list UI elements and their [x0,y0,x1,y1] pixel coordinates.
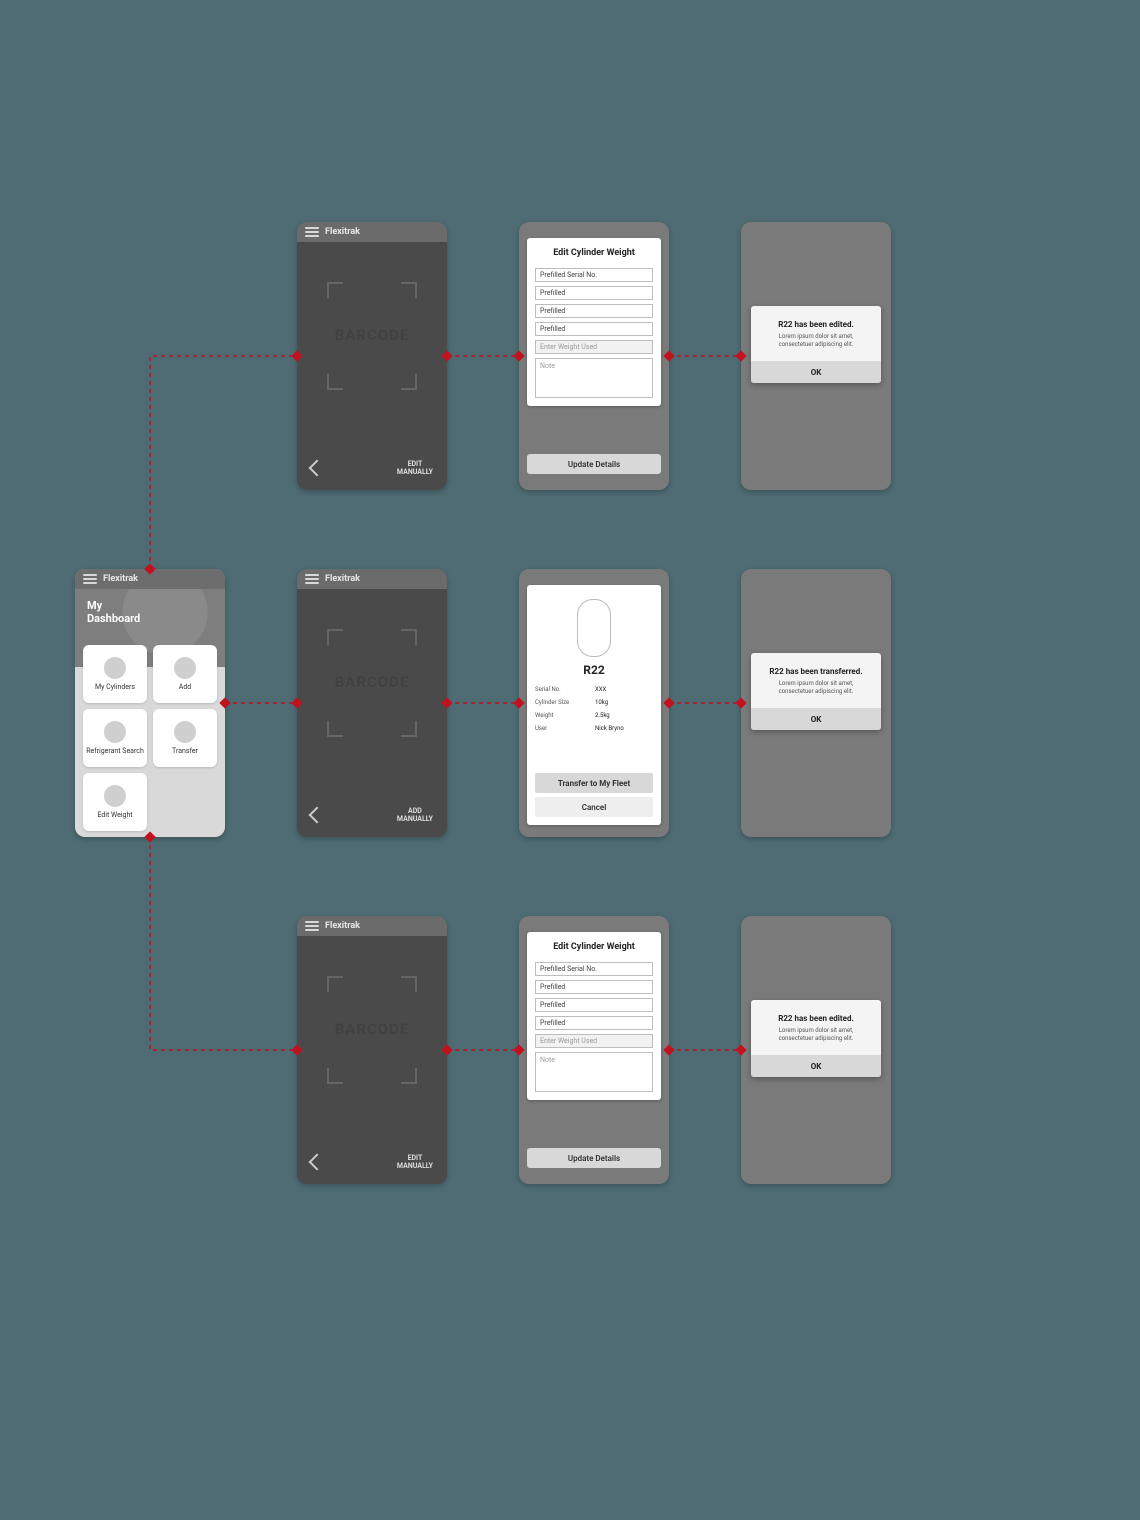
app-title: Flexitrak [325,921,360,931]
ok-button[interactable]: OK [751,1055,881,1077]
back-icon[interactable] [309,460,326,477]
tile-icon [104,785,126,807]
tile-icon [174,657,196,679]
field-3[interactable]: Prefilled [535,1016,653,1030]
edit-card: Edit Cylinder Weight Prefilled Serial No… [527,932,661,1100]
tile-refrigerant-search[interactable]: Refrigerant Search [83,709,147,767]
details-card: R22 Serial No.XXX Cylinder Size10kg Weig… [527,585,661,825]
modal-body: Lorem ipsum dolor sit amet, consectetuer… [767,1027,865,1043]
field-2[interactable]: Prefilled [535,998,653,1012]
field-weight-used[interactable]: Enter Weight Used [535,340,653,354]
field-serial[interactable]: Prefilled Serial No. [535,962,653,976]
field-weight-used[interactable]: Enter Weight Used [535,1034,653,1048]
screen-modal-edited: R22 has been edited. Lorem ipsum dolor s… [741,222,891,490]
ok-button[interactable]: OK [751,361,881,383]
screen-cylinder-details: R22 Serial No.XXX Cylinder Size10kg Weig… [519,569,669,837]
modal-title: R22 has been transferred. [759,667,873,676]
scan-reticle: BARCODE [327,629,417,737]
form-heading: Edit Cylinder Weight [535,942,653,952]
screen-scan-edit: Flexitrak BARCODE EDITMANUALLY [297,222,447,490]
submit-button[interactable]: Update Details [527,454,661,474]
tile-icon [104,657,126,679]
row-user: UserNick Bryno [535,725,653,732]
tile-icon [104,721,126,743]
cylinder-name: R22 [535,663,653,677]
tile-add[interactable]: Add [153,645,217,703]
scan-placeholder: BARCODE [327,326,417,344]
hamburger-icon[interactable] [305,921,319,931]
screen-edit-form: Edit Cylinder Weight Prefilled Serial No… [519,222,669,490]
scan-reticle: BARCODE [327,976,417,1084]
appbar: Flexitrak [297,222,447,242]
field-1[interactable]: Prefilled [535,286,653,300]
manual-button[interactable]: EDITMANUALLY [397,1154,433,1170]
screen-scan-add: Flexitrak BARCODE ADDMANUALLY [297,569,447,837]
field-note[interactable]: Note [535,358,653,398]
tile-my-cylinders[interactable]: My Cylinders [83,645,147,703]
modal: R22 has been edited. Lorem ipsum dolor s… [751,1000,881,1077]
screen-dashboard: Flexitrak My Dashboard My Cylinders Add … [75,569,225,837]
app-title: Flexitrak [103,574,138,584]
scan-placeholder: BARCODE [327,673,417,691]
submit-button[interactable]: Update Details [527,1148,661,1168]
tile-transfer[interactable]: Transfer [153,709,217,767]
modal: R22 has been edited. Lorem ipsum dolor s… [751,306,881,383]
field-2[interactable]: Prefilled [535,304,653,318]
tile-edit-weight[interactable]: Edit Weight [83,773,147,831]
back-icon[interactable] [309,1154,326,1171]
appbar: Flexitrak [297,569,447,589]
field-3[interactable]: Prefilled [535,322,653,336]
scan-reticle: BARCODE [327,282,417,390]
app-title: Flexitrak [325,574,360,584]
modal-body: Lorem ipsum dolor sit amet, consectetuer… [767,680,865,696]
form-heading: Edit Cylinder Weight [535,248,653,258]
row-serial: Serial No.XXX [535,686,653,693]
manual-button[interactable]: EDITMANUALLY [397,460,433,476]
edit-card: Edit Cylinder Weight Prefilled Serial No… [527,238,661,406]
cancel-button[interactable]: Cancel [535,797,653,817]
screen-modal-transferred: R22 has been transferred. Lorem ipsum do… [741,569,891,837]
row-weight: Weight2.5kg [535,712,653,719]
back-icon[interactable] [309,807,326,824]
manual-button[interactable]: ADDMANUALLY [397,807,433,823]
ok-button[interactable]: OK [751,708,881,730]
dashboard-tiles: My Cylinders Add Refrigerant Search Tran… [75,645,225,831]
field-note[interactable]: Note [535,1052,653,1092]
cylinder-icon [577,599,611,657]
modal-title: R22 has been edited. [759,1014,873,1023]
field-serial[interactable]: Prefilled Serial No. [535,268,653,282]
hamburger-icon[interactable] [305,227,319,237]
screen-scan-edit-2: Flexitrak BARCODE EDITMANUALLY [297,916,447,1184]
modal-body: Lorem ipsum dolor sit amet, consectetuer… [767,333,865,349]
screen-edit-form-2: Edit Cylinder Weight Prefilled Serial No… [519,916,669,1184]
app-title: Flexitrak [325,227,360,237]
field-1[interactable]: Prefilled [535,980,653,994]
appbar: Flexitrak [297,916,447,936]
modal: R22 has been transferred. Lorem ipsum do… [751,653,881,730]
transfer-button[interactable]: Transfer to My Fleet [535,773,653,793]
appbar: Flexitrak [75,569,225,589]
row-size: Cylinder Size10kg [535,699,653,706]
scan-placeholder: BARCODE [327,1020,417,1038]
screen-modal-edited-2: R22 has been edited. Lorem ipsum dolor s… [741,916,891,1184]
hamburger-icon[interactable] [305,574,319,584]
tile-icon [174,721,196,743]
modal-title: R22 has been edited. [759,320,873,329]
dashboard-title-line: My Dashboard [87,599,213,625]
hamburger-icon[interactable] [83,574,97,584]
